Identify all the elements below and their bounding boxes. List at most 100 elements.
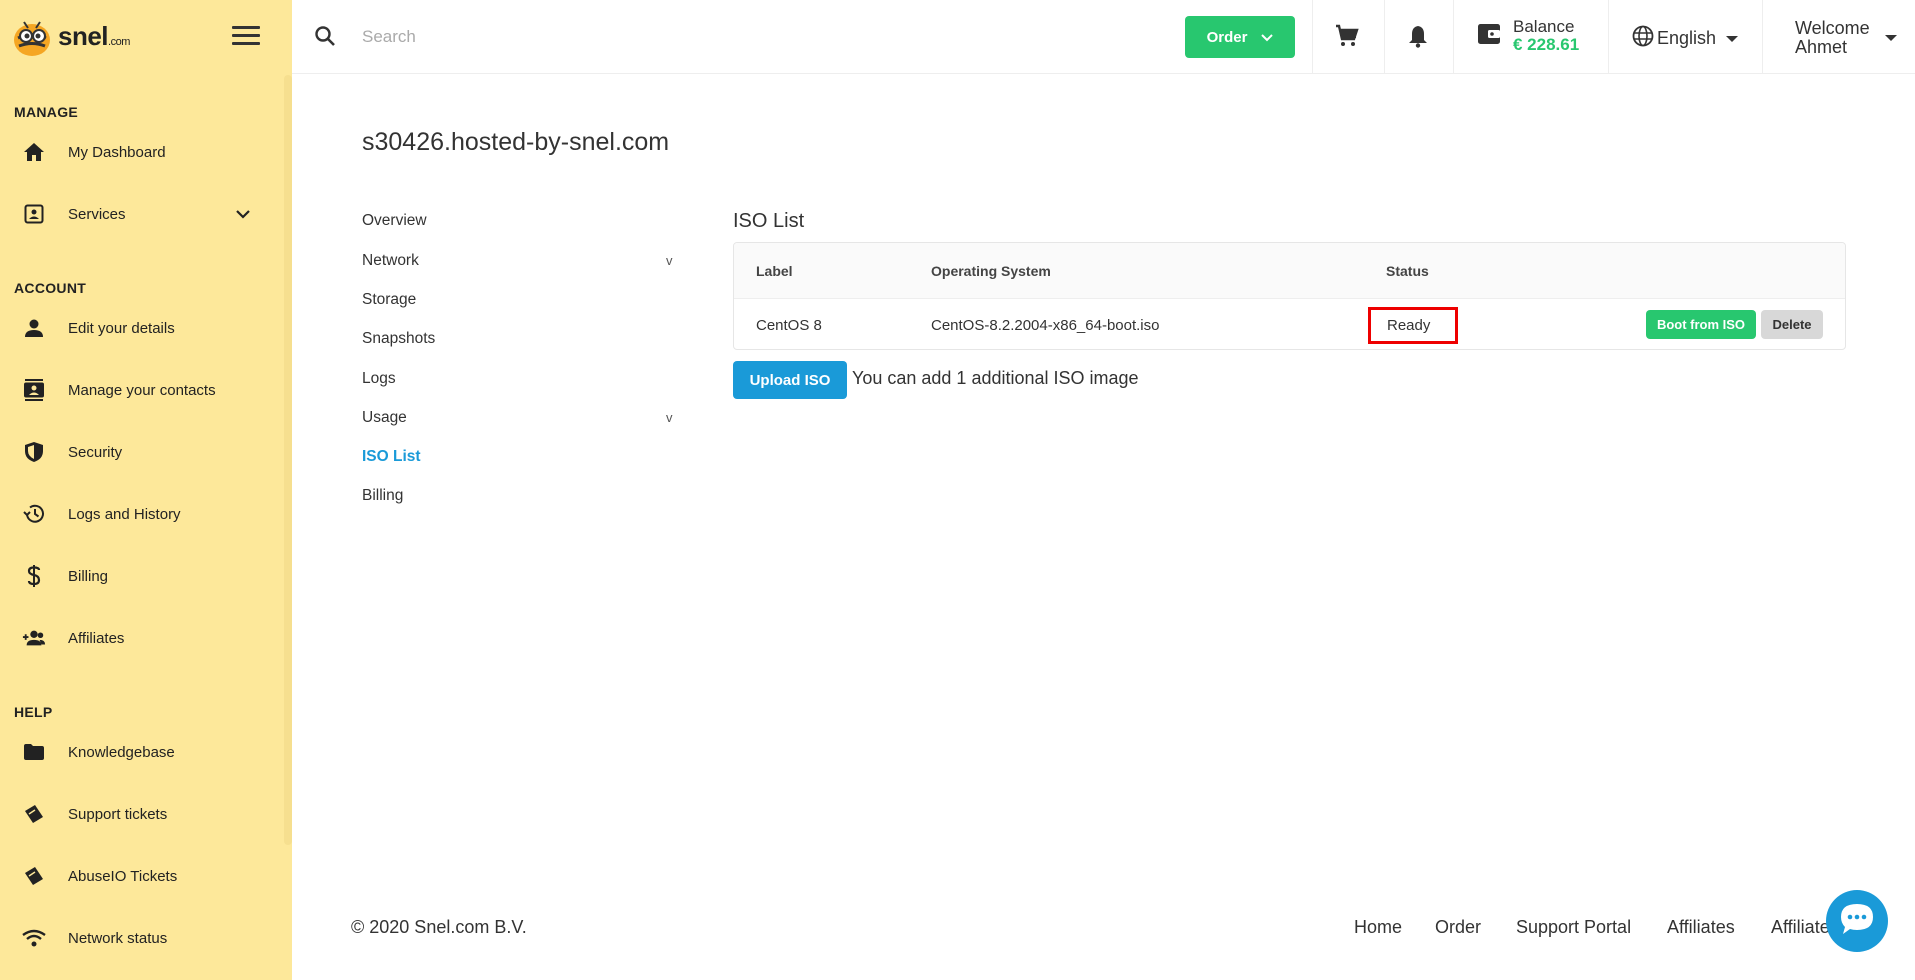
- sidebar-item-label: Network status: [68, 929, 168, 947]
- sidebar-scrollbar[interactable]: [284, 75, 292, 845]
- logo[interactable]: snel.com: [10, 14, 130, 58]
- language-label: English: [1657, 28, 1717, 48]
- sidebar-item-contacts[interactable]: Manage your contacts: [0, 370, 280, 410]
- wifi-icon: [22, 926, 46, 950]
- footer-link-affiliate[interactable]: Affiliate: [1771, 917, 1830, 938]
- sidebar-item-label: Edit your details: [68, 319, 175, 337]
- bell-icon[interactable]: [1408, 24, 1428, 53]
- chevron-down-icon[interactable]: v: [666, 253, 673, 268]
- column-header-os: Operating System: [931, 263, 1051, 279]
- divider: [1762, 0, 1763, 74]
- column-header-label: Label: [756, 263, 793, 279]
- chat-button[interactable]: [1826, 890, 1888, 952]
- subnav-overview[interactable]: Overview: [362, 212, 427, 230]
- sidebar-item-dashboard[interactable]: My Dashboard: [0, 132, 280, 172]
- page-title: s30426.hosted-by-snel.com: [362, 128, 670, 156]
- chat-bubble-icon: [1838, 901, 1876, 942]
- chevron-down-icon: [1261, 29, 1274, 46]
- iso-list-heading: ISO List: [733, 210, 805, 232]
- top-bar: Order Balance € 228.61 English Welcome A…: [292, 0, 1915, 74]
- subnav-billing[interactable]: Billing: [362, 487, 403, 505]
- cell-label: CentOS 8: [756, 317, 822, 334]
- divider: [1312, 0, 1313, 74]
- sidebar-item-support-tickets[interactable]: Support tickets: [0, 794, 280, 834]
- sidebar-item-network-status[interactable]: Network status: [0, 918, 280, 958]
- section-label-account: ACCOUNT: [14, 280, 87, 296]
- footer-link-affiliates[interactable]: Affiliates: [1667, 917, 1735, 938]
- dollar-icon: [22, 564, 46, 588]
- chevron-down-icon[interactable]: v: [666, 410, 673, 425]
- home-icon: [22, 140, 46, 164]
- section-label-manage: MANAGE: [14, 104, 79, 120]
- wallet-icon: [1477, 23, 1501, 50]
- upload-iso-button[interactable]: Upload ISO: [733, 361, 847, 399]
- footer-link-order[interactable]: Order: [1435, 917, 1481, 938]
- column-header-status: Status: [1386, 263, 1429, 279]
- section-label-help: HELP: [14, 704, 53, 720]
- caret-down-icon: [1726, 35, 1739, 42]
- logo-text: snel.com: [58, 20, 130, 51]
- ticket-icon: [22, 802, 46, 826]
- divider: [1384, 0, 1385, 74]
- sidebar-item-label: Support tickets: [68, 805, 168, 823]
- group-add-icon: [22, 626, 46, 650]
- sidebar-item-services[interactable]: Services: [0, 194, 280, 234]
- subnav-network[interactable]: Network: [362, 252, 419, 270]
- sidebar: snel.com MANAGE My Dashboard Services AC…: [0, 0, 292, 980]
- menu-toggle-icon[interactable]: [232, 26, 260, 48]
- sidebar-item-affiliates[interactable]: Affiliates: [0, 618, 280, 658]
- sidebar-item-knowledgebase[interactable]: Knowledgebase: [0, 732, 280, 772]
- sidebar-item-abuseio-tickets[interactable]: AbuseIO Tickets: [0, 856, 280, 896]
- folder-icon: [22, 740, 46, 764]
- sidebar-item-security[interactable]: Security: [0, 432, 280, 472]
- subnav-snapshots[interactable]: Snapshots: [362, 330, 435, 348]
- copyright: © 2020 Snel.com B.V.: [351, 917, 527, 937]
- user-menu[interactable]: Welcome Ahmet: [1795, 19, 1870, 57]
- sidebar-item-label: Services: [68, 205, 126, 223]
- history-icon: [22, 502, 46, 526]
- subnav-logs[interactable]: Logs: [362, 370, 396, 388]
- globe-icon: [1632, 25, 1654, 52]
- order-button[interactable]: Order: [1185, 16, 1295, 58]
- cart-icon[interactable]: [1335, 24, 1359, 53]
- footer-link-home[interactable]: Home: [1354, 917, 1402, 938]
- status-badge: Ready: [1368, 307, 1458, 344]
- sidebar-item-billing[interactable]: Billing: [0, 556, 280, 596]
- boot-from-iso-button[interactable]: Boot from ISO: [1646, 310, 1756, 339]
- sidebar-item-label: Manage your contacts: [68, 381, 216, 399]
- shield-icon: [22, 440, 46, 464]
- sidebar-item-edit-details[interactable]: Edit your details: [0, 308, 280, 348]
- table-header: Label Operating System Status: [734, 243, 1845, 299]
- search-input[interactable]: [362, 22, 862, 52]
- contacts-icon: [22, 378, 46, 402]
- sidebar-item-label: AbuseIO Tickets: [68, 867, 178, 885]
- sidebar-item-logs-history[interactable]: Logs and History: [0, 494, 280, 534]
- divider: [1453, 0, 1454, 74]
- balance-label: Balance: [1513, 17, 1575, 36]
- footer-link-support-portal[interactable]: Support Portal: [1516, 917, 1631, 938]
- upload-note: You can add 1 additional ISO image: [852, 368, 1139, 388]
- divider: [1608, 0, 1609, 74]
- chevron-down-icon[interactable]: [236, 206, 250, 224]
- search-icon[interactable]: [314, 25, 336, 52]
- sidebar-item-label: Affiliates: [68, 629, 125, 647]
- iso-table: Label Operating System Status CentOS 8 C…: [733, 242, 1846, 350]
- delete-button[interactable]: Delete: [1761, 310, 1823, 339]
- subnav-storage[interactable]: Storage: [362, 291, 416, 309]
- welcome-label: Welcome: [1795, 18, 1870, 38]
- sidebar-item-label: Billing: [68, 567, 109, 585]
- person-icon: [22, 316, 46, 340]
- sidebar-item-label: My Dashboard: [68, 143, 166, 161]
- sidebar-item-label: Knowledgebase: [68, 743, 175, 761]
- sidebar-item-label: Security: [68, 443, 123, 461]
- ticket-icon: [22, 864, 46, 888]
- balance-amount: € 228.61: [1513, 35, 1580, 54]
- subnav-usage[interactable]: Usage: [362, 409, 407, 427]
- subnav-iso-list[interactable]: ISO List: [362, 448, 421, 466]
- contact-card-icon: [22, 202, 46, 226]
- bee-logo-icon: [10, 14, 54, 58]
- caret-down-icon[interactable]: [1885, 35, 1897, 41]
- language-selector[interactable]: English: [1632, 25, 1739, 52]
- balance-widget[interactable]: Balance € 228.61: [1477, 18, 1579, 54]
- order-button-label: Order: [1206, 28, 1248, 46]
